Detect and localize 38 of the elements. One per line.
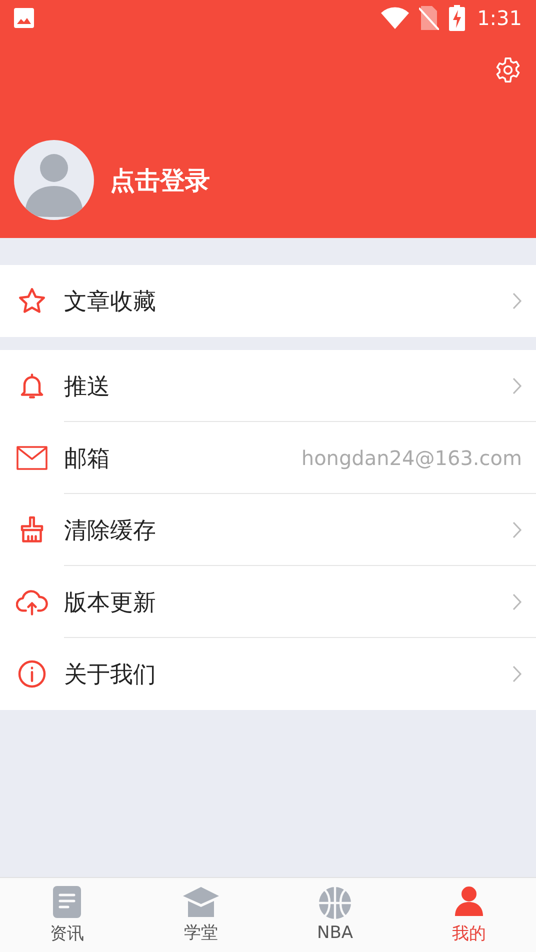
chevron-right-icon [512, 665, 522, 683]
chevron-right-icon [512, 521, 522, 539]
mail-icon [16, 445, 48, 471]
chevron-right-icon [512, 377, 522, 395]
menu-label: 邮箱 [64, 444, 111, 474]
nav-tab[interactable]: 资讯 [0, 878, 134, 952]
document-icon [53, 886, 81, 918]
settings-icon[interactable] [494, 56, 522, 84]
menu-label: 关于我们 [64, 660, 157, 690]
login-link[interactable]: 点击登录 [110, 164, 210, 196]
image-icon [14, 8, 34, 28]
menu-label: 推送 [64, 372, 111, 402]
menu-item[interactable]: 清除缓存 [0, 494, 536, 566]
person-silhouette-icon [25, 154, 83, 220]
menu-item[interactable]: 关于我们 [0, 638, 536, 710]
cloud-upload-icon [16, 588, 48, 616]
nav-tab[interactable]: 我的 [402, 878, 536, 952]
chevron-right-icon [512, 593, 522, 611]
no-sim-icon [419, 6, 440, 30]
graduation-cap-icon [183, 886, 219, 916]
star-icon [17, 286, 47, 316]
nav-tab[interactable]: 学堂 [134, 878, 268, 952]
person-icon [455, 886, 483, 918]
menu-item[interactable]: 文章收藏 [0, 265, 536, 337]
wifi-icon [381, 7, 410, 29]
nav-tab[interactable]: NBA [268, 878, 402, 952]
menu-label: 版本更新 [64, 588, 157, 618]
battery-charging-icon [449, 5, 466, 31]
menu-label: 清除缓存 [64, 516, 157, 546]
info-icon [17, 659, 47, 689]
basketball-icon [319, 887, 351, 919]
menu-label: 文章收藏 [64, 288, 157, 316]
status-time: 1:31 [477, 6, 522, 30]
menu-item[interactable]: 邮箱 hongdan24@163.com [0, 422, 536, 494]
email-value: hongdan24@163.com [301, 446, 522, 470]
menu-item[interactable]: 版本更新 [0, 566, 536, 638]
chevron-right-icon [512, 292, 522, 310]
menu-item[interactable]: 推送 [0, 350, 536, 422]
